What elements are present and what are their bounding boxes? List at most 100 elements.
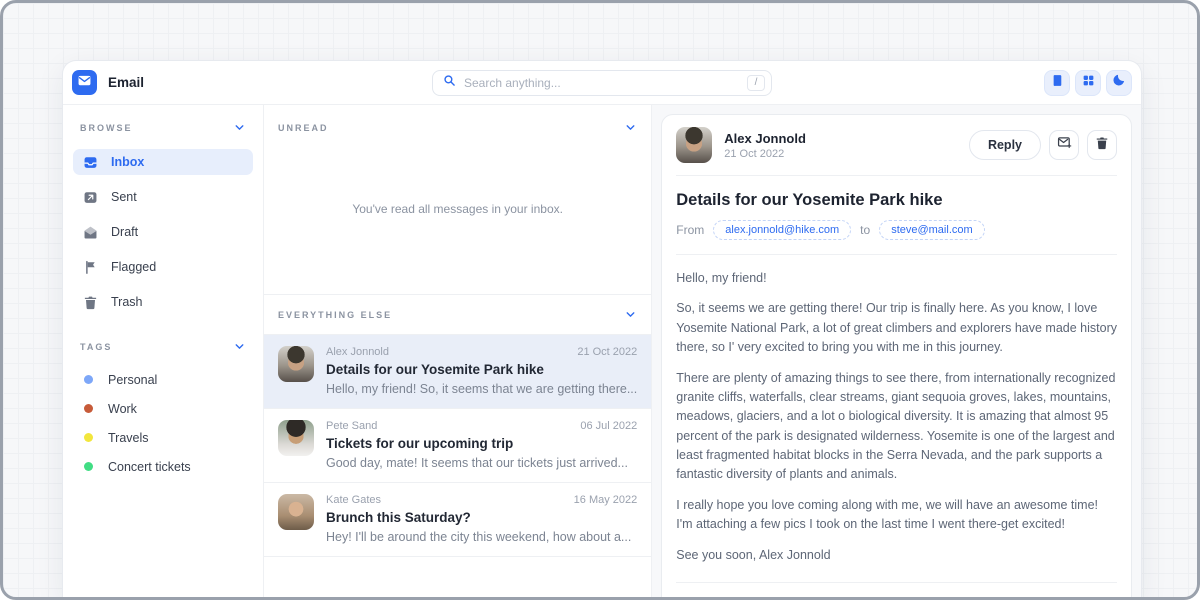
detail-area: Alex Jonnold 21 Oct 2022 Reply: [652, 105, 1141, 597]
to-label: to: [860, 223, 870, 237]
avatar: [278, 346, 314, 382]
mail-item-body: Alex Jonnold 21 Oct 2022 Details for our…: [326, 346, 637, 396]
sidebar-item-label: Trash: [111, 295, 143, 309]
reply-button[interactable]: Reply: [969, 130, 1041, 160]
unread-section-header[interactable]: UNREAD: [264, 105, 651, 134]
email-logo: [72, 70, 97, 95]
unread-label: UNREAD: [278, 123, 329, 133]
app-window: Email /: [62, 60, 1142, 597]
avatar: [676, 127, 712, 163]
apps-grid-button[interactable]: [1075, 70, 1101, 96]
tags-label: TAGS: [80, 342, 112, 352]
email-paragraph: I really hope you love coming along with…: [676, 496, 1117, 535]
dark-mode-button[interactable]: [1106, 70, 1132, 96]
mail-item-body: Pete Sand 06 Jul 2022 Tickets for our up…: [326, 420, 637, 470]
avatar: [278, 420, 314, 456]
forward-mail-button[interactable]: [1049, 130, 1079, 160]
from-label: From: [676, 223, 704, 237]
mail-date: 16 May 2022: [574, 494, 638, 506]
flag-icon: [83, 260, 98, 275]
moon-icon: [1112, 73, 1126, 92]
tag-label: Personal: [108, 373, 157, 387]
app-header: Email /: [63, 61, 1141, 105]
search-input[interactable]: [464, 76, 739, 90]
mail-list-item[interactable]: Alex Jonnold 21 Oct 2022 Details for our…: [264, 334, 651, 408]
tag-label: Travels: [108, 431, 149, 445]
search-shortcut-badge: /: [747, 75, 765, 91]
sidebar-item-label: Inbox: [111, 155, 144, 169]
detail-actions: Reply: [969, 130, 1117, 160]
tag-dot: [84, 462, 93, 471]
chevron-down-icon: [624, 121, 637, 134]
mail-snippet: Hey! I'll be around the city this weeken…: [326, 530, 637, 544]
avatar: [278, 494, 314, 530]
sidebar-item-sent[interactable]: Sent: [73, 184, 253, 210]
tag-label: Work: [108, 402, 137, 416]
book-icon: [1051, 74, 1064, 92]
envelope-icon: [77, 73, 92, 93]
mail-sender: Kate Gates: [326, 494, 381, 506]
mail-plus-icon: [1057, 135, 1072, 155]
sidebar-item-draft[interactable]: Draft: [73, 219, 253, 245]
page-background: Email /: [0, 0, 1200, 600]
main-content: BROWSE Inbox: [63, 105, 1141, 597]
mail-subject: Details for our Yosemite Park hike: [326, 362, 637, 377]
browse-list: Inbox Sent Draft: [73, 149, 253, 315]
mail-list-item[interactable]: Pete Sand 06 Jul 2022 Tickets for our up…: [264, 408, 651, 482]
mail-list-item[interactable]: Kate Gates 16 May 2022 Brunch this Satur…: [264, 482, 651, 557]
mail-snippet: Good day, mate! It seems that our ticket…: [326, 456, 637, 470]
app-title: Email: [108, 75, 144, 90]
tag-item-work[interactable]: Work: [73, 394, 253, 423]
mail-snippet: Hello, my friend! So, it seems that we a…: [326, 382, 637, 396]
search-icon: [443, 74, 456, 92]
everything-else-label: EVERYTHING ELSE: [278, 310, 392, 320]
mail-date: 21 Oct 2022: [577, 346, 637, 358]
sidebar: BROWSE Inbox: [63, 105, 263, 597]
everything-else-section: EVERYTHING ELSE Alex Jonnold 21 Oct 2022: [264, 294, 651, 557]
sidebar-item-inbox[interactable]: Inbox: [73, 149, 253, 175]
mail-subject: Tickets for our upcoming trip: [326, 436, 637, 451]
tags-list: Personal Work Travels Concert tickets: [73, 365, 253, 481]
sidebar-item-flagged[interactable]: Flagged: [73, 254, 253, 280]
mail-sender: Pete Sand: [326, 420, 377, 432]
book-button[interactable]: [1044, 70, 1070, 96]
everything-else-header[interactable]: EVERYTHING ELSE: [264, 295, 651, 334]
email-paragraph: There are plenty of amazing things to se…: [676, 369, 1117, 485]
to-email-pill[interactable]: steve@mail.com: [879, 220, 984, 240]
sidebar-item-trash[interactable]: Trash: [73, 289, 253, 315]
tag-item-travels[interactable]: Travels: [73, 423, 253, 452]
mail-sender: Alex Jonnold: [326, 346, 389, 358]
sidebar-item-label: Draft: [111, 225, 138, 239]
delete-button[interactable]: [1087, 130, 1117, 160]
tag-dot: [84, 433, 93, 442]
search-bar[interactable]: /: [432, 70, 772, 96]
tag-dot: [84, 404, 93, 413]
email-paragraph: So, it seems we are getting there! Our t…: [676, 299, 1117, 357]
email-detail-card: Alex Jonnold 21 Oct 2022 Reply: [661, 114, 1132, 597]
detail-date: 21 Oct 2022: [724, 148, 806, 160]
detail-sender-name: Alex Jonnold: [724, 131, 806, 146]
sent-icon: [83, 190, 98, 205]
draft-icon: [83, 225, 98, 240]
detail-header: Alex Jonnold 21 Oct 2022 Reply: [676, 127, 1117, 176]
browse-section-header[interactable]: BROWSE: [73, 121, 253, 134]
mail-subject: Brunch this Saturday?: [326, 510, 637, 525]
sidebar-item-label: Sent: [111, 190, 137, 204]
email-paragraph: Hello, my friend!: [676, 269, 1117, 288]
email-body: Hello, my friend! So, it seems we are ge…: [676, 255, 1117, 583]
chevron-down-icon: [233, 121, 246, 134]
sidebar-item-label: Flagged: [111, 260, 156, 274]
tags-section-header[interactable]: TAGS: [73, 340, 253, 353]
tag-item-concert-tickets[interactable]: Concert tickets: [73, 452, 253, 481]
trash-icon: [83, 295, 98, 310]
chevron-down-icon: [233, 340, 246, 353]
mail-item-body: Kate Gates 16 May 2022 Brunch this Satur…: [326, 494, 637, 544]
tag-item-personal[interactable]: Personal: [73, 365, 253, 394]
message-list-column: UNREAD You've read all messages in your …: [263, 105, 652, 597]
trash-icon: [1095, 136, 1109, 155]
brand: Email: [72, 70, 432, 95]
tag-label: Concert tickets: [108, 460, 191, 474]
from-email-pill[interactable]: alex.jonnold@hike.com: [713, 220, 851, 240]
unread-empty-state: You've read all messages in your inbox.: [264, 134, 651, 284]
grid-icon: [1082, 74, 1095, 92]
